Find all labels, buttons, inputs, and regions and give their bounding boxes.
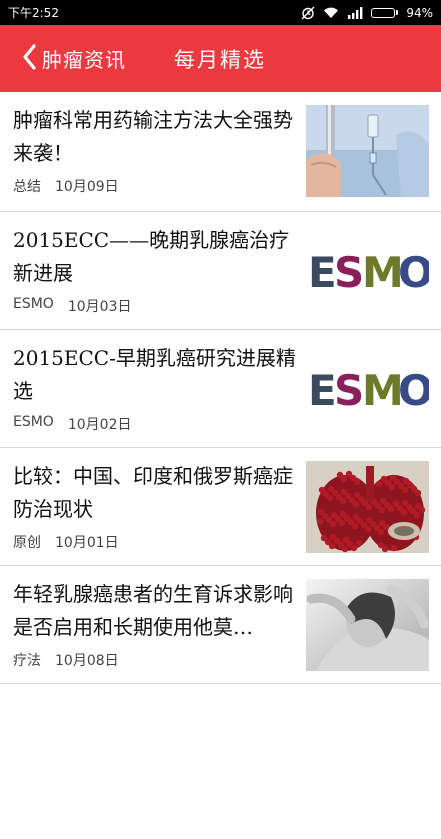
article-thumbnail: [306, 461, 429, 553]
status-bar: 下午2:52 94%: [0, 0, 441, 25]
battery-icon: [371, 7, 399, 18]
article-item[interactable]: 2015ECC-早期乳癌研究进展精选 ESMO 10月02日 E S M O: [0, 330, 441, 448]
battery-percent: 94%: [406, 5, 433, 20]
alarm-icon: [301, 6, 315, 20]
article-meta: 疗法 10月08日: [13, 650, 119, 670]
article-title: 年轻乳腺癌患者的生育诉求影响是否启用和长期使用他莫…: [13, 582, 293, 639]
article-tag: 原创: [13, 535, 41, 551]
article-date: 10月08日: [55, 653, 119, 669]
article-date: 10月01日: [55, 535, 119, 551]
article-item[interactable]: 2015ECC——晚期乳腺癌治疗新进展 ESMO 10月03日 E S M O: [0, 212, 441, 330]
signal-icon: [347, 6, 363, 19]
article-title: 2015ECC-早期乳癌研究进展精选: [13, 346, 296, 403]
wifi-icon: [323, 6, 339, 19]
article-date: 10月09日: [55, 179, 119, 195]
esmo-logo-icon: E S M O: [306, 225, 429, 317]
svg-text:E: E: [308, 366, 337, 415]
article-tag: 疗法: [13, 653, 41, 669]
status-icons: 94%: [301, 6, 433, 20]
article-thumbnail: E S M O: [306, 343, 429, 435]
back-label: 肿瘤资讯: [42, 48, 126, 72]
status-time: 下午2:52: [8, 6, 59, 20]
svg-text:S: S: [334, 248, 364, 297]
lungs-icon: [306, 461, 429, 553]
article-meta: 总结 10月09日: [13, 176, 119, 196]
iv-drip-icon: [306, 105, 429, 197]
svg-text:S: S: [334, 366, 364, 415]
article-item[interactable]: 比较：中国、印度和俄罗斯癌症防治现状 原创 10月01日: [0, 448, 441, 566]
article-meta: ESMO 10月02日: [13, 414, 131, 434]
esmo-logo-icon: E S M O: [306, 343, 429, 435]
article-thumbnail: [306, 105, 429, 197]
article-meta: 原创 10月01日: [13, 532, 119, 552]
article-thumbnail: E S M O: [306, 225, 429, 317]
svg-text:O: O: [398, 366, 429, 415]
article-title: 肿瘤科常用药输注方法大全强势来袭！: [13, 108, 293, 165]
article-item[interactable]: 肿瘤科常用药输注方法大全强势来袭！ 总结 10月09日: [0, 92, 441, 212]
article-date: 10月03日: [67, 299, 132, 315]
article-date: 10月02日: [67, 417, 132, 433]
svg-text:O: O: [398, 248, 429, 297]
article-list: 肿瘤科常用药输注方法大全强势来袭！ 总结 10月09日 2015ECC——晚期乳…: [0, 92, 441, 684]
article-tag: 总结: [13, 179, 41, 195]
article-tag: ESMO: [13, 296, 54, 312]
back-button[interactable]: 肿瘤资讯: [0, 25, 126, 92]
chevron-left-icon: [22, 43, 36, 74]
article-item[interactable]: 年轻乳腺癌患者的生育诉求影响是否启用和长期使用他莫… 疗法 10月08日: [0, 566, 441, 684]
woman-photo-icon: [306, 579, 429, 671]
app-bar: 肿瘤资讯 每月精选: [0, 25, 441, 92]
article-title: 2015ECC——晚期乳腺癌治疗新进展: [13, 228, 290, 285]
page-title: 每月精选: [174, 47, 266, 72]
svg-text:E: E: [308, 248, 337, 297]
article-title: 比较：中国、印度和俄罗斯癌症防治现状: [13, 464, 293, 521]
article-meta: ESMO 10月03日: [13, 296, 131, 316]
article-thumbnail: [306, 579, 429, 671]
article-tag: ESMO: [13, 414, 54, 430]
